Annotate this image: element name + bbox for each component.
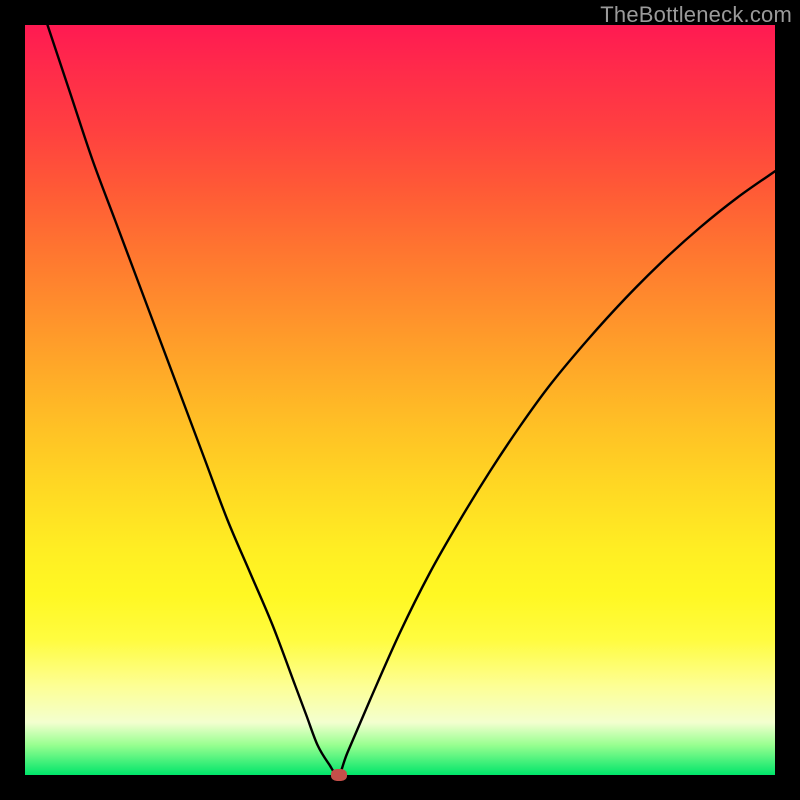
watermark-text: TheBottleneck.com bbox=[600, 2, 792, 28]
chart-frame: TheBottleneck.com bbox=[0, 0, 800, 800]
optimal-marker bbox=[331, 769, 347, 781]
bottleneck-curve bbox=[25, 25, 775, 775]
chart-plot-area bbox=[25, 25, 775, 775]
